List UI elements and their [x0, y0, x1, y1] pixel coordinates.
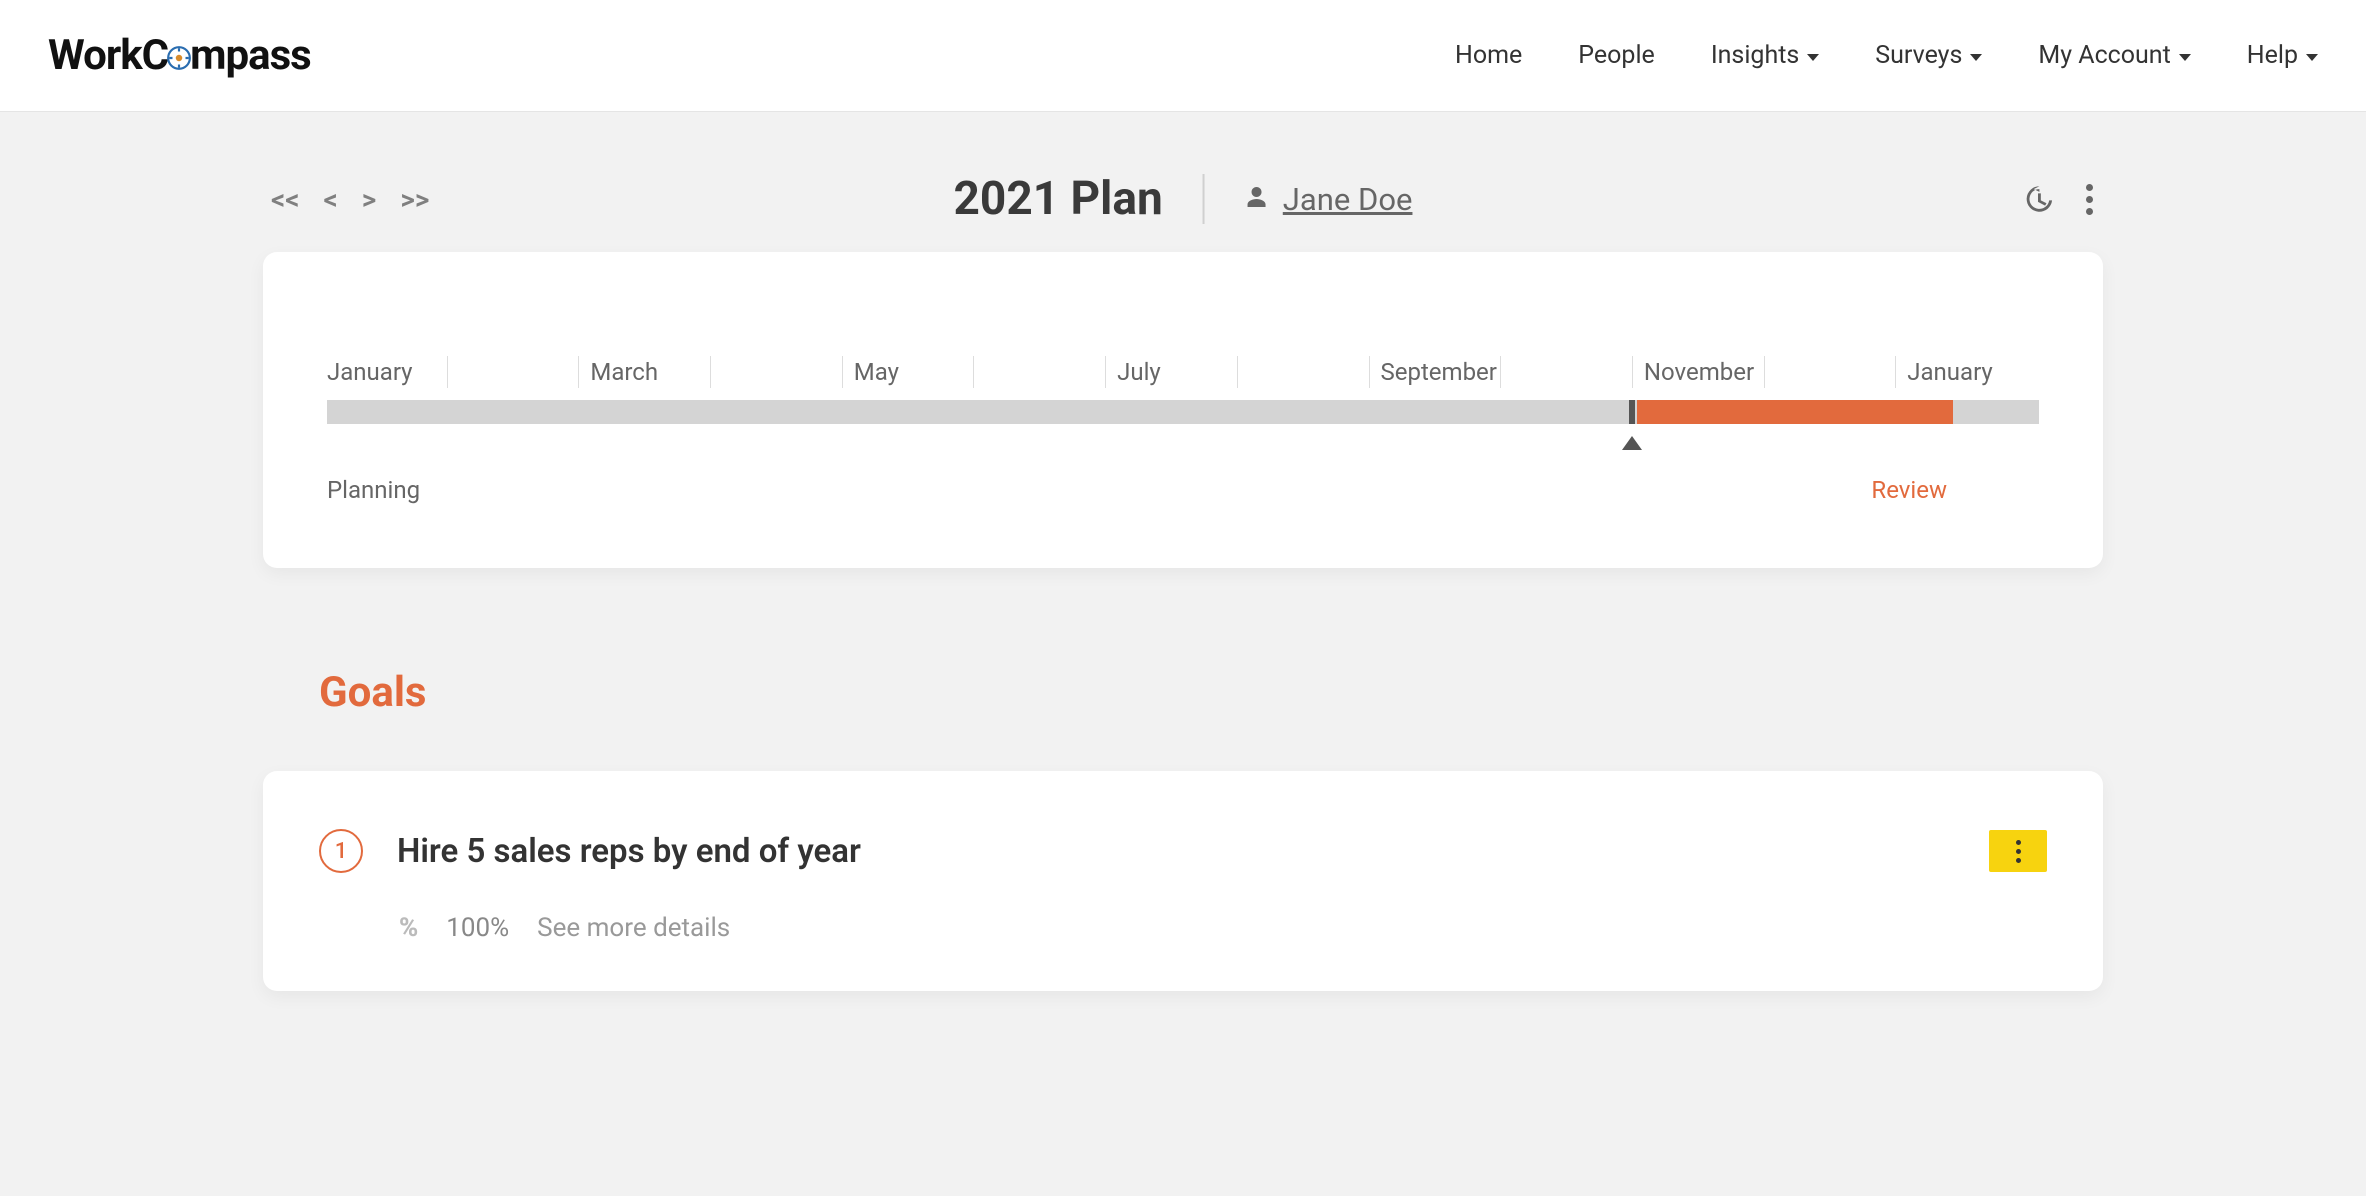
timeline-current-marker	[1629, 400, 1635, 424]
timeline-month	[985, 362, 1117, 392]
timeline-month	[459, 362, 591, 392]
nav-label: Home	[1455, 41, 1522, 70]
chevron-down-icon	[2306, 54, 2318, 61]
timeline-month-label: January	[1907, 358, 1993, 386]
chevron-down-icon	[2179, 54, 2191, 61]
dot-icon	[2016, 858, 2021, 863]
main-nav: Home People Insights Surveys My Account …	[1455, 41, 2318, 70]
nav-people[interactable]: People	[1578, 41, 1655, 70]
goals-section-title: Goals	[319, 668, 2103, 717]
timeline-month-label: July	[1117, 358, 1161, 386]
plan-nav-arrows: << < > >>	[271, 183, 429, 216]
nav-label: My Account	[2038, 41, 2170, 70]
plan-title: 2021 Plan	[954, 172, 1163, 226]
nav-help[interactable]: Help	[2247, 41, 2318, 70]
timeline-current-indicator-icon	[1622, 436, 1642, 450]
chevron-down-icon	[1970, 54, 1982, 61]
logo[interactable]: WorkC mpass	[48, 31, 311, 80]
see-more-details-link[interactable]: See more details	[537, 913, 730, 943]
nav-label: Help	[2247, 41, 2298, 70]
plan-person: Jane Doe	[1203, 174, 1413, 224]
goal-meta: % 100% See more details	[399, 913, 2047, 943]
nav-home[interactable]: Home	[1455, 41, 1522, 70]
timeline: January March May July September November Janu…	[327, 362, 2039, 504]
timeline-month: March	[590, 362, 722, 392]
plan-prev-button[interactable]: <	[324, 183, 338, 216]
timeline-month: January	[327, 362, 459, 392]
plan-last-button[interactable]: >>	[400, 183, 429, 216]
timeline-progress-highlight	[1637, 400, 1954, 424]
timeline-card: January March May July September November Janu…	[263, 252, 2103, 568]
timeline-month: January	[1907, 362, 2039, 392]
timeline-month: May	[854, 362, 986, 392]
timeline-month	[1776, 362, 1908, 392]
logo-text-post: mpass	[190, 31, 311, 80]
timeline-review-link[interactable]: Review	[1871, 476, 1947, 504]
timeline-months-row: January March May July September November Janu…	[327, 362, 2039, 392]
person-icon	[1245, 183, 1269, 215]
dot-icon	[2086, 184, 2093, 191]
timeline-month-label: November	[1644, 358, 1754, 386]
timeline-planning-label: Planning	[327, 476, 420, 504]
plan-first-button[interactable]: <<	[271, 183, 300, 216]
dot-icon	[2016, 849, 2021, 854]
timeline-month: July	[1117, 362, 1249, 392]
dot-icon	[2086, 196, 2093, 203]
topbar: WorkC mpass Home People Insights Surveys…	[0, 0, 2366, 112]
logo-text-pre: WorkC	[48, 31, 168, 80]
timeline-month-label: September	[1381, 358, 1497, 386]
plan-more-menu[interactable]	[2075, 184, 2103, 215]
timeline-track	[327, 400, 2039, 424]
chevron-down-icon	[1807, 54, 1819, 61]
timeline-month	[722, 362, 854, 392]
goal-number-badge: 1	[319, 829, 363, 873]
plan-title-group: 2021 Plan Jane Doe	[954, 172, 1413, 226]
timeline-month: September	[1381, 362, 1513, 392]
timeline-month	[1512, 362, 1644, 392]
plan-person-name[interactable]: Jane Doe	[1283, 181, 1413, 218]
goal-more-menu[interactable]	[1989, 830, 2047, 872]
timeline-month-label: May	[854, 358, 899, 386]
percent-icon: %	[399, 913, 418, 943]
timeline-month-label: March	[590, 358, 658, 386]
compass-icon	[166, 45, 192, 71]
goal-title: Hire 5 sales reps by end of year	[397, 832, 861, 871]
dot-icon	[2086, 208, 2093, 215]
goal-header-row: 1 Hire 5 sales reps by end of year	[319, 829, 2047, 873]
nav-surveys[interactable]: Surveys	[1875, 41, 1982, 70]
timeline-month	[1249, 362, 1381, 392]
nav-insights[interactable]: Insights	[1711, 41, 1819, 70]
history-icon[interactable]	[2021, 182, 2055, 216]
timeline-month: November	[1644, 362, 1776, 392]
timeline-labels: Planning Review	[327, 476, 2039, 504]
goal-percent: 100%	[446, 913, 509, 943]
plan-header: << < > >> 2021 Plan Jane Doe	[263, 182, 2103, 216]
content: << < > >> 2021 Plan Jane Doe	[263, 112, 2103, 991]
plan-next-button[interactable]: >	[362, 183, 377, 216]
nav-label: Insights	[1711, 41, 1799, 70]
nav-label: Surveys	[1875, 41, 1962, 70]
nav-my-account[interactable]: My Account	[2038, 41, 2190, 70]
dot-icon	[2016, 840, 2021, 845]
goal-card: 1 Hire 5 sales reps by end of year % 100…	[263, 771, 2103, 991]
nav-label: People	[1578, 41, 1655, 70]
plan-header-actions	[2021, 182, 2103, 216]
timeline-month-label: January	[327, 358, 413, 386]
